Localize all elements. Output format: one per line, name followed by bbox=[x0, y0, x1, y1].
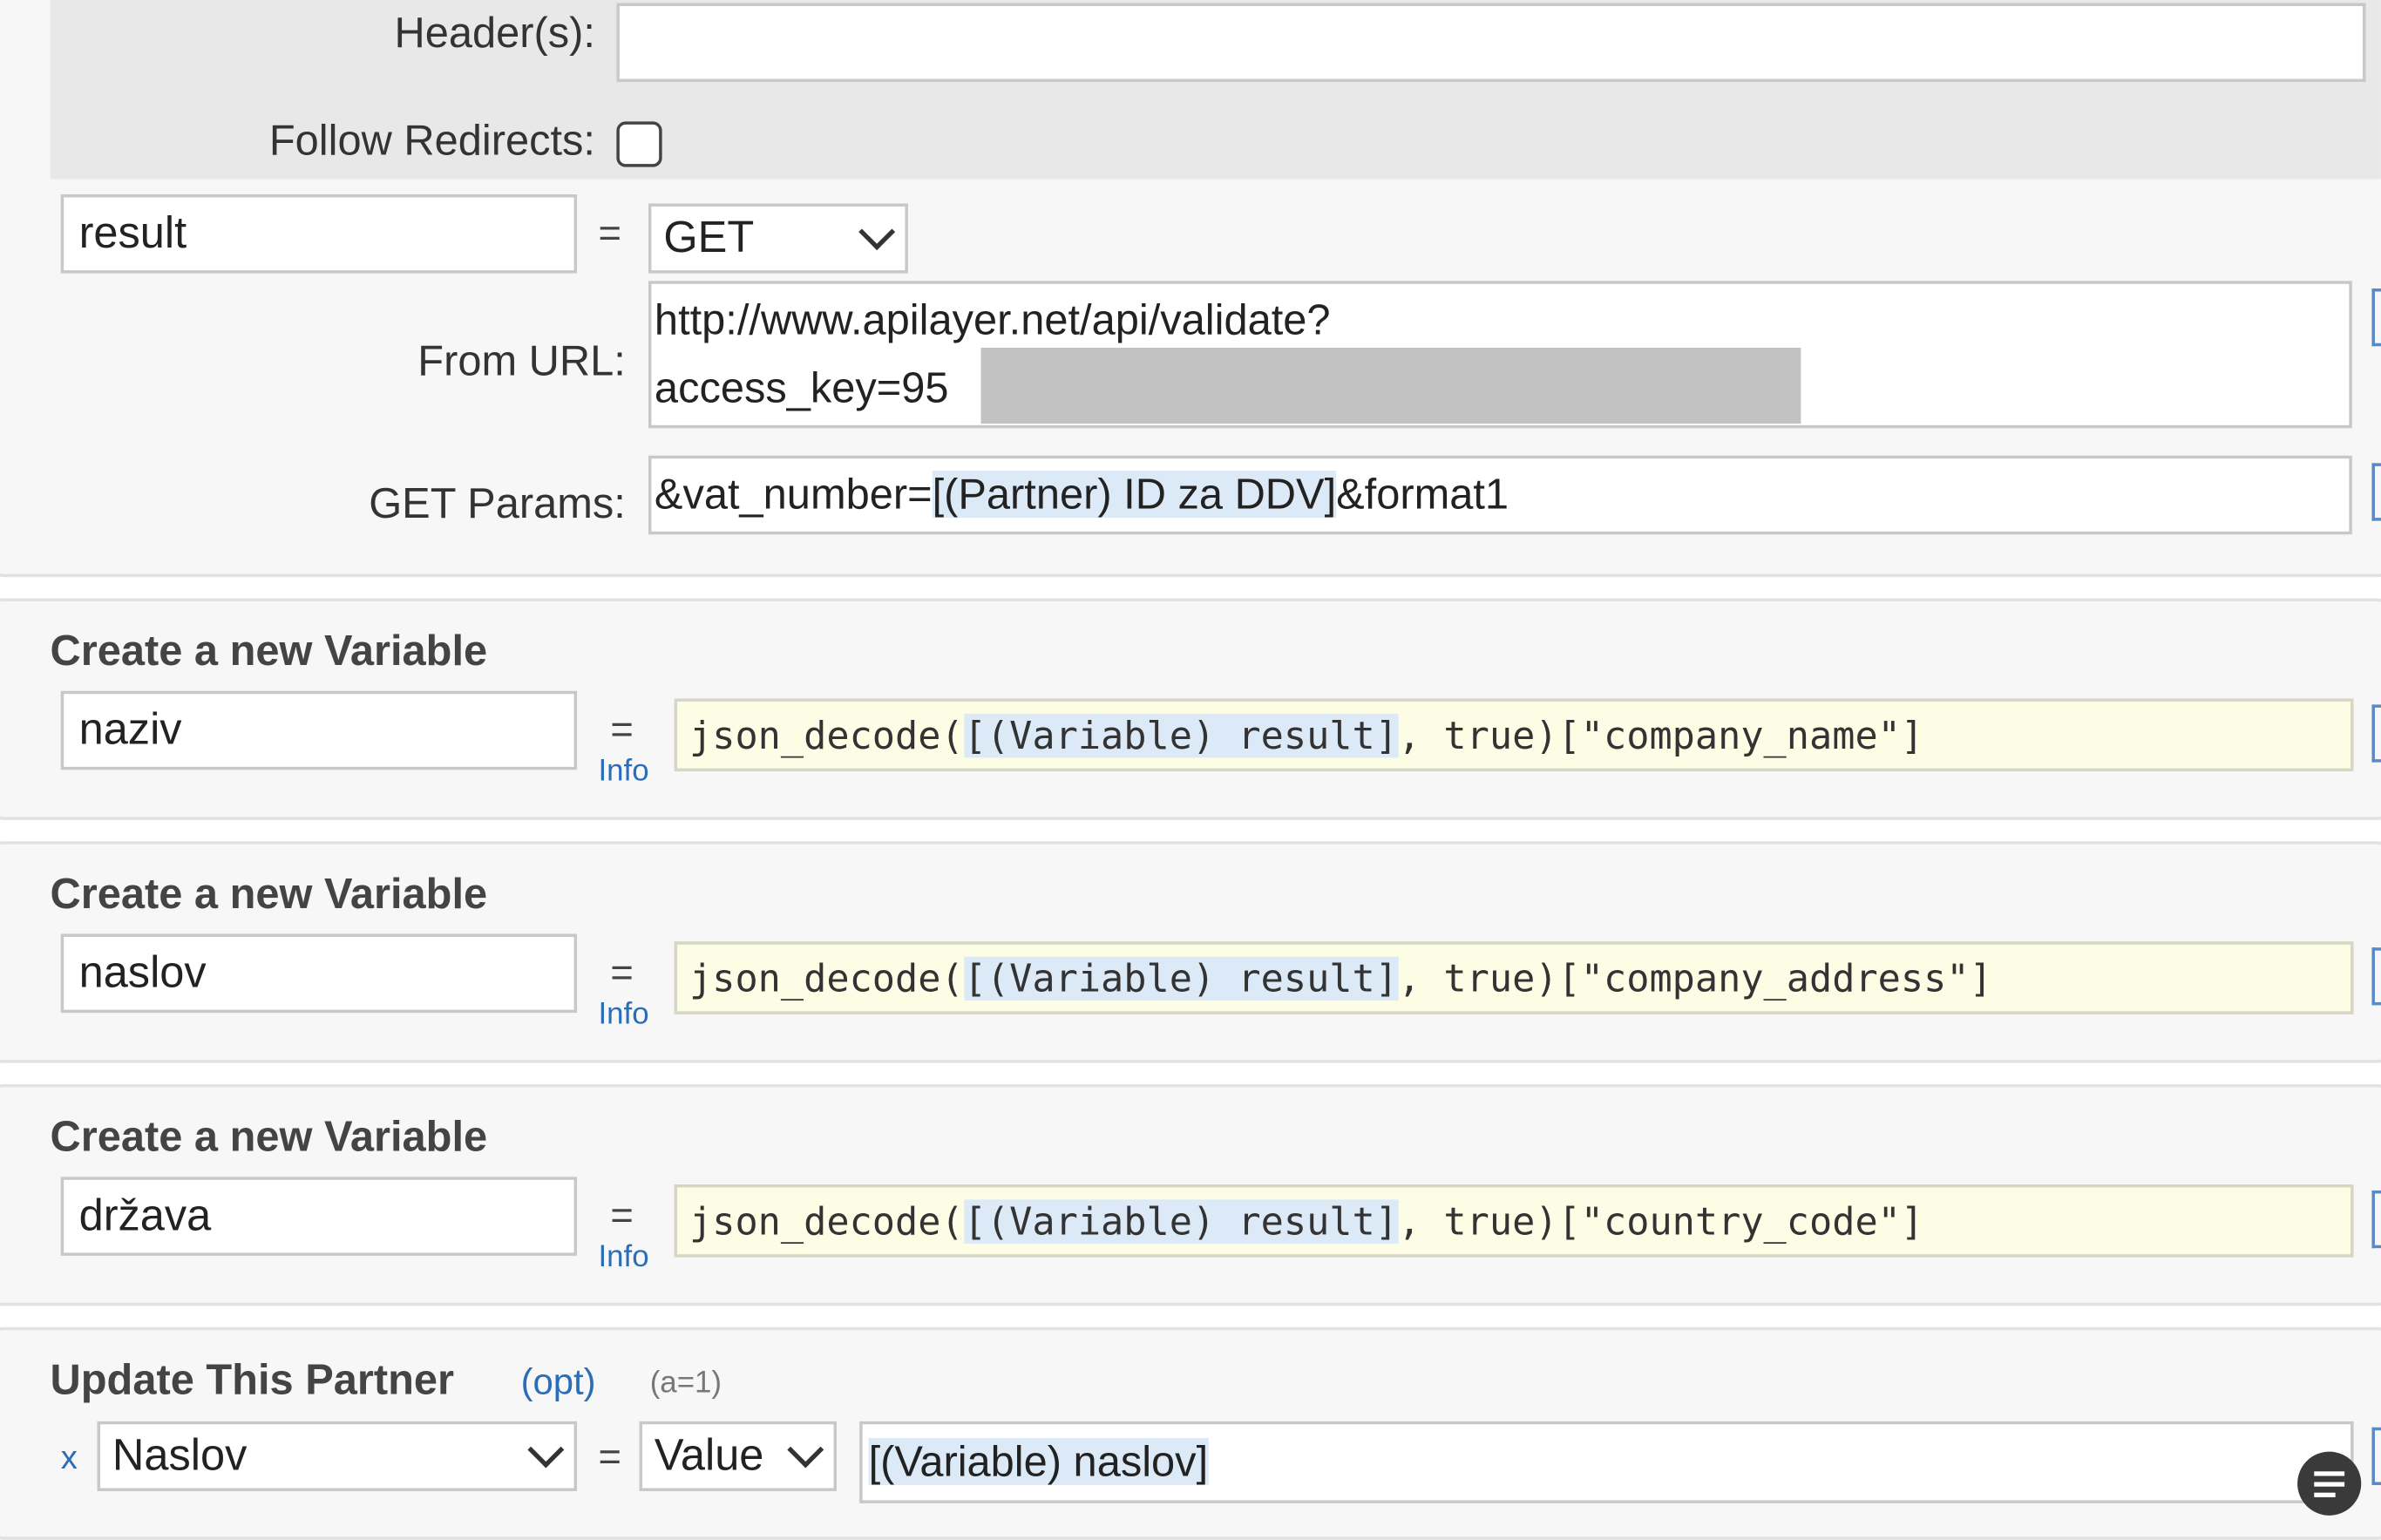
update-partner-title: Update This Partner bbox=[50, 1355, 455, 1403]
get-params-suffix: &format1 bbox=[1336, 471, 1509, 519]
code-suffix: , true)["company_name"] bbox=[1397, 713, 1924, 758]
headers-label: Header(s): bbox=[394, 9, 595, 57]
assignment-count: (a=1) bbox=[649, 1367, 722, 1401]
value-mode-select[interactable]: Value bbox=[639, 1421, 838, 1491]
params-insert-button[interactable] bbox=[2371, 463, 2381, 521]
value-mode-value: Value bbox=[654, 1431, 764, 1481]
partner-field-value: Naslov bbox=[112, 1431, 248, 1481]
equals-sign: = bbox=[598, 209, 621, 255]
variable-name-input-2[interactable]: naslov bbox=[60, 933, 578, 1014]
variable-title-2: Create a new Variable bbox=[50, 870, 488, 918]
chevron-down-icon bbox=[787, 1431, 824, 1469]
value-insert-button[interactable] bbox=[2371, 1427, 2381, 1485]
info-link-1[interactable]: Info bbox=[598, 755, 648, 790]
variable-expression-3[interactable]: json_decode([(Variable) result], true)["… bbox=[674, 1184, 2354, 1258]
get-params-token[interactable]: [(Partner) ID za DDV] bbox=[932, 471, 1337, 519]
get-params-label: GET Params: bbox=[369, 479, 626, 527]
variable-title-1: Create a new Variable bbox=[50, 627, 488, 675]
chat-line-icon bbox=[2314, 1482, 2345, 1487]
url-line-1: http://www.apilayer.net/api/validate? bbox=[654, 295, 1331, 343]
chat-line-icon bbox=[2314, 1492, 2336, 1497]
code-suffix: , true)["company_address"] bbox=[1397, 956, 1992, 1001]
info-link-2[interactable]: Info bbox=[598, 998, 648, 1033]
headers-input[interactable] bbox=[616, 3, 2366, 83]
code-token[interactable]: [(Variable) result] bbox=[963, 956, 1398, 1001]
expression-insert-button-3[interactable] bbox=[2371, 1190, 2381, 1249]
chevron-down-icon bbox=[858, 214, 896, 251]
code-prefix: json_decode( bbox=[689, 956, 964, 1001]
url-line-2: access_key=95 bbox=[654, 364, 949, 412]
partner-value-input[interactable]: [(Variable) naslov] bbox=[859, 1421, 2354, 1503]
equals-sign: = bbox=[610, 1191, 634, 1238]
from-url-label: From URL: bbox=[417, 336, 626, 384]
follow-redirects-checkbox[interactable] bbox=[616, 121, 662, 167]
code-prefix: json_decode( bbox=[689, 713, 964, 758]
workflow-editor: Header(s): Follow Redirects: result = GE… bbox=[0, 0, 2381, 1540]
expression-insert-button-2[interactable] bbox=[2371, 947, 2381, 1006]
code-prefix: json_decode( bbox=[689, 1199, 964, 1244]
optional-link[interactable]: (opt) bbox=[521, 1362, 596, 1405]
remove-field-button[interactable]: x bbox=[61, 1438, 78, 1477]
variable-name-input-3[interactable]: država bbox=[60, 1177, 578, 1256]
chat-bubble-icon[interactable] bbox=[2297, 1451, 2362, 1516]
from-url-textarea[interactable]: http://www.apilayer.net/api/validate? ac… bbox=[648, 281, 2352, 429]
result-variable-input[interactable]: result bbox=[60, 194, 578, 274]
follow-redirects-label: Follow Redirects: bbox=[268, 117, 595, 165]
code-token[interactable]: [(Variable) result] bbox=[963, 1199, 1398, 1244]
variable-title-3: Create a new Variable bbox=[50, 1113, 488, 1161]
expression-insert-button-1[interactable] bbox=[2371, 704, 2381, 763]
chat-line-icon bbox=[2314, 1471, 2345, 1476]
equals-sign: = bbox=[610, 948, 634, 995]
equals-sign: = bbox=[610, 706, 634, 752]
get-params-input[interactable]: &vat_number=[(Partner) ID za DDV]&format… bbox=[648, 455, 2352, 535]
code-suffix: , true)["country_code"] bbox=[1397, 1199, 1924, 1244]
http-method-value: GET bbox=[663, 214, 755, 263]
equals-sign: = bbox=[598, 1433, 621, 1480]
url-insert-button[interactable] bbox=[2371, 288, 2381, 347]
redacted-block bbox=[980, 347, 1801, 424]
partner-field-select[interactable]: Naslov bbox=[97, 1421, 578, 1491]
variable-name-input-1[interactable]: naziv bbox=[60, 690, 578, 770]
get-params-prefix: &vat_number= bbox=[654, 471, 933, 519]
variable-expression-2[interactable]: json_decode([(Variable) result], true)["… bbox=[674, 941, 2354, 1014]
code-token[interactable]: [(Variable) result] bbox=[963, 713, 1398, 758]
info-link-3[interactable]: Info bbox=[598, 1240, 648, 1275]
variable-expression-1[interactable]: json_decode([(Variable) result], true)["… bbox=[674, 698, 2354, 772]
chevron-down-icon bbox=[527, 1431, 565, 1469]
value-token[interactable]: [(Variable) naslov] bbox=[868, 1437, 1209, 1485]
http-method-select[interactable]: GET bbox=[648, 203, 908, 274]
